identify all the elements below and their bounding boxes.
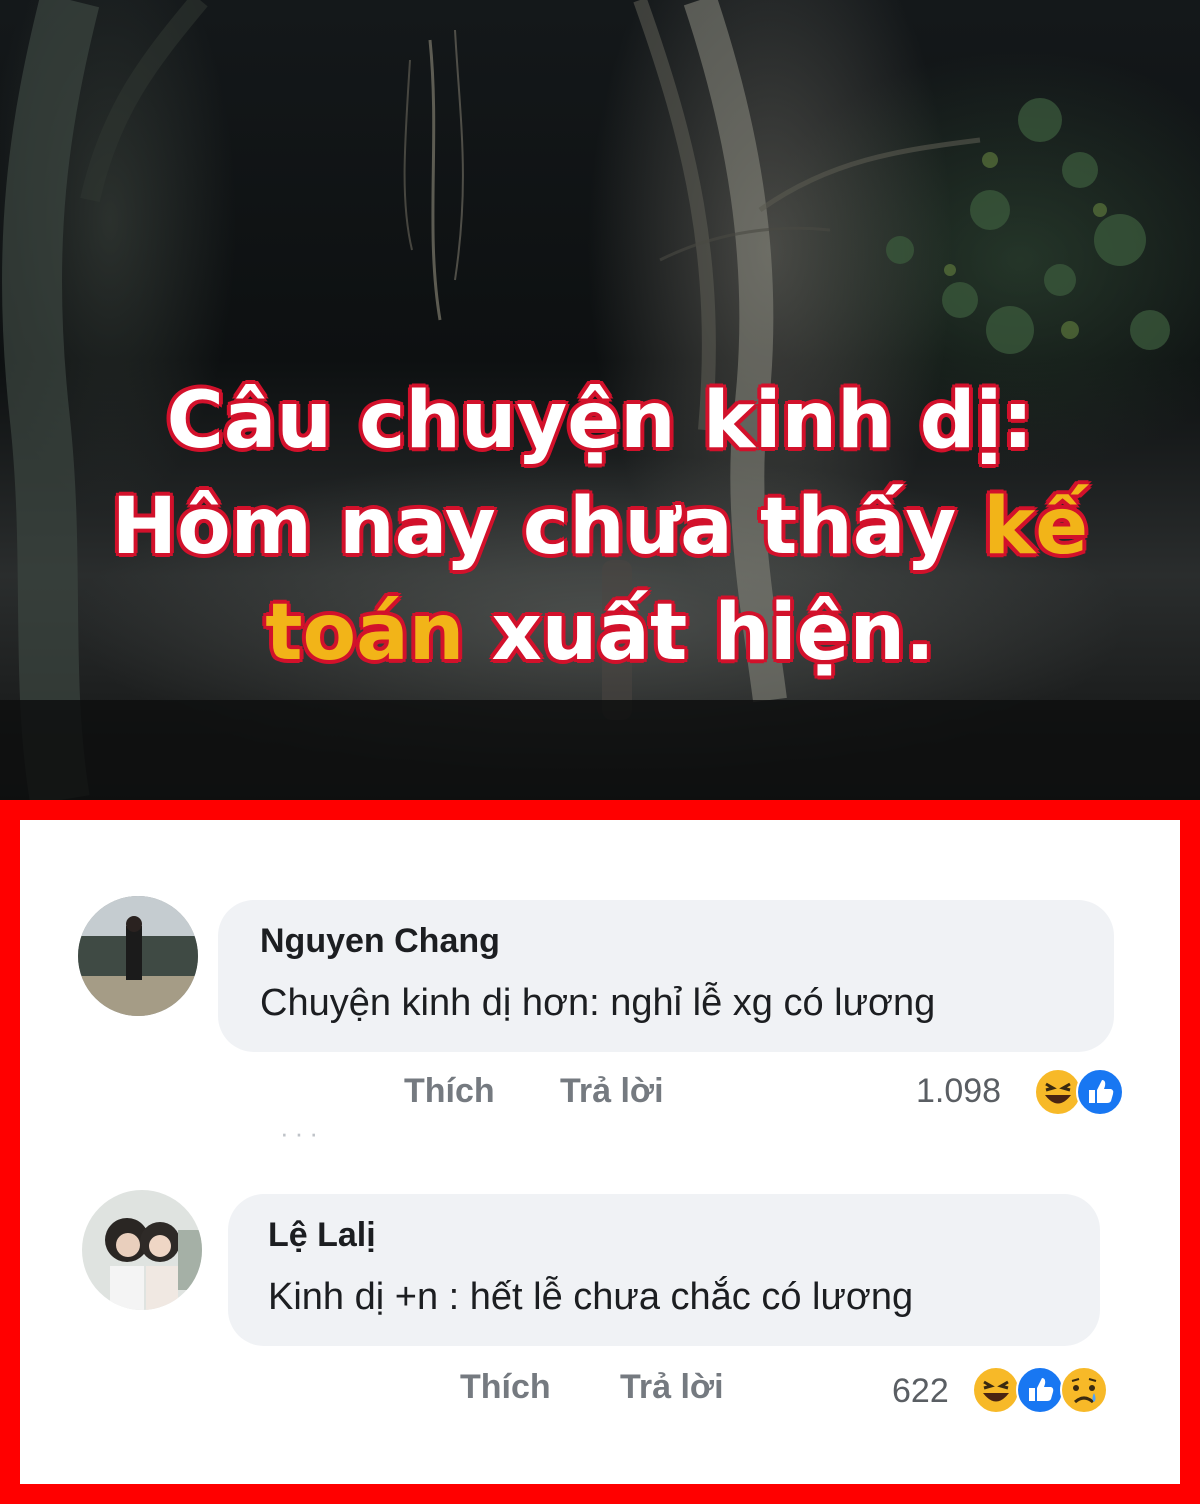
haha-icon[interactable] — [972, 1366, 1020, 1414]
comment-item: Lệ Lalị Kinh dị +n : hết lễ chưa chắc có… — [20, 820, 1180, 1484]
headline: Câu chuyện kinh dị: Hôm nay chưa thấy kế… — [0, 368, 1200, 686]
hero-banner: Câu chuyện kinh dị: Hôm nay chưa thấy kế… — [0, 0, 1200, 800]
reply-button[interactable]: Trả lời — [620, 1368, 724, 1407]
reaction-count[interactable]: 622 — [892, 1372, 949, 1411]
comment-text: Kinh dị +n : hết lễ chưa chắc có lương — [268, 1276, 914, 1318]
headline-text: Hôm nay chưa thấy — [111, 482, 984, 572]
headline-text: xuất hiện. — [464, 588, 935, 678]
avatar[interactable] — [82, 1190, 202, 1310]
like-icon[interactable] — [1016, 1366, 1064, 1414]
like-button[interactable]: Thích — [460, 1368, 551, 1407]
sad-icon[interactable] — [1060, 1366, 1108, 1414]
headline-highlight: kế — [983, 482, 1089, 572]
headline-highlight: toán — [265, 588, 465, 678]
headline-line-1: Câu chuyện kinh dị: — [166, 376, 1034, 466]
comment-author[interactable]: Lệ Lalị — [268, 1216, 376, 1255]
headline-line-2: Hôm nay chưa thấy kế — [0, 474, 1200, 580]
headline-line-3: toán xuất hiện. — [0, 580, 1200, 686]
comment-bubble: Lệ Lalị Kinh dị +n : hết lễ chưa chắc có… — [228, 1194, 1100, 1346]
comments-frame: Nguyen Chang Chuyện kinh dị hơn: nghỉ lễ… — [0, 800, 1200, 1504]
